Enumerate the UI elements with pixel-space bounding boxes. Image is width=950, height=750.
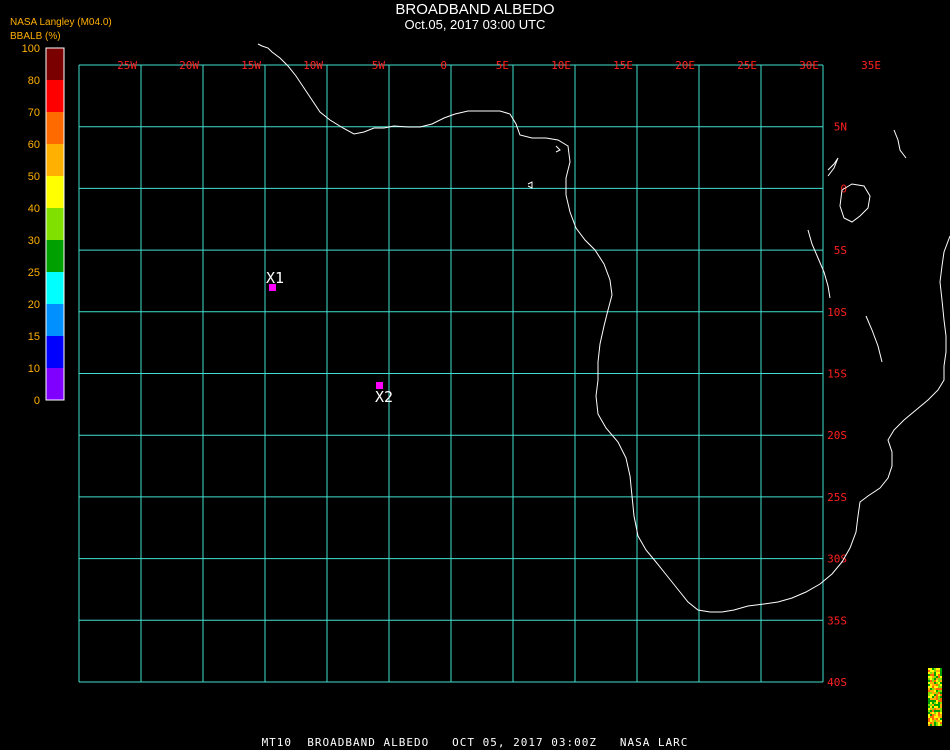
map-canvas: 25W 20W 15W 10W 5W 0 5E 10E 15E 20E 25E 30E 35E5N05S… bbox=[78, 43, 950, 726]
longitude-label: 20W bbox=[179, 59, 199, 72]
longitude-label: 25E bbox=[737, 59, 757, 72]
lake-tanganyika bbox=[807, 229, 831, 299]
latitude-label: 35S bbox=[827, 614, 847, 627]
longitude-label: 35E bbox=[861, 59, 881, 72]
lake-malawi bbox=[865, 315, 883, 363]
marker-label: X2 bbox=[375, 388, 393, 406]
latitude-label: 20S bbox=[827, 429, 847, 442]
latitude-label: 40S bbox=[827, 676, 847, 689]
longitude-label: 15E bbox=[613, 59, 633, 72]
longitude-label: 5E bbox=[496, 59, 509, 72]
marker-label: X1 bbox=[266, 269, 284, 287]
lake-ethiopia bbox=[893, 129, 907, 159]
bioko-island bbox=[527, 181, 533, 189]
lake-turkana bbox=[827, 157, 839, 177]
map-viewer: BROADBAND ALBEDO Oct.05, 2017 03:00 UTC … bbox=[0, 0, 950, 750]
imagery-fragment bbox=[928, 668, 942, 726]
latitude-label: 25S bbox=[827, 491, 847, 504]
latitude-label: 5S bbox=[834, 244, 847, 257]
longitude-label: 0 bbox=[440, 59, 447, 72]
footer-caption: MT10 BROADBAND ALBEDO OCT 05, 2017 03:00… bbox=[261, 736, 689, 749]
longitude-label: 5W bbox=[372, 59, 386, 72]
longitude-label: 20E bbox=[675, 59, 695, 72]
longitude-label: 25W bbox=[117, 59, 137, 72]
longitude-label: 10E bbox=[551, 59, 571, 72]
longitude-label: 30E bbox=[799, 59, 819, 72]
longitude-label: 15W bbox=[241, 59, 261, 72]
longitude-label: 10W bbox=[303, 59, 323, 72]
latitude-label: 15S bbox=[827, 368, 847, 381]
latitude-label: 5N bbox=[834, 121, 847, 134]
coast-fragment bbox=[555, 145, 561, 153]
latitude-label: 10S bbox=[827, 306, 847, 319]
